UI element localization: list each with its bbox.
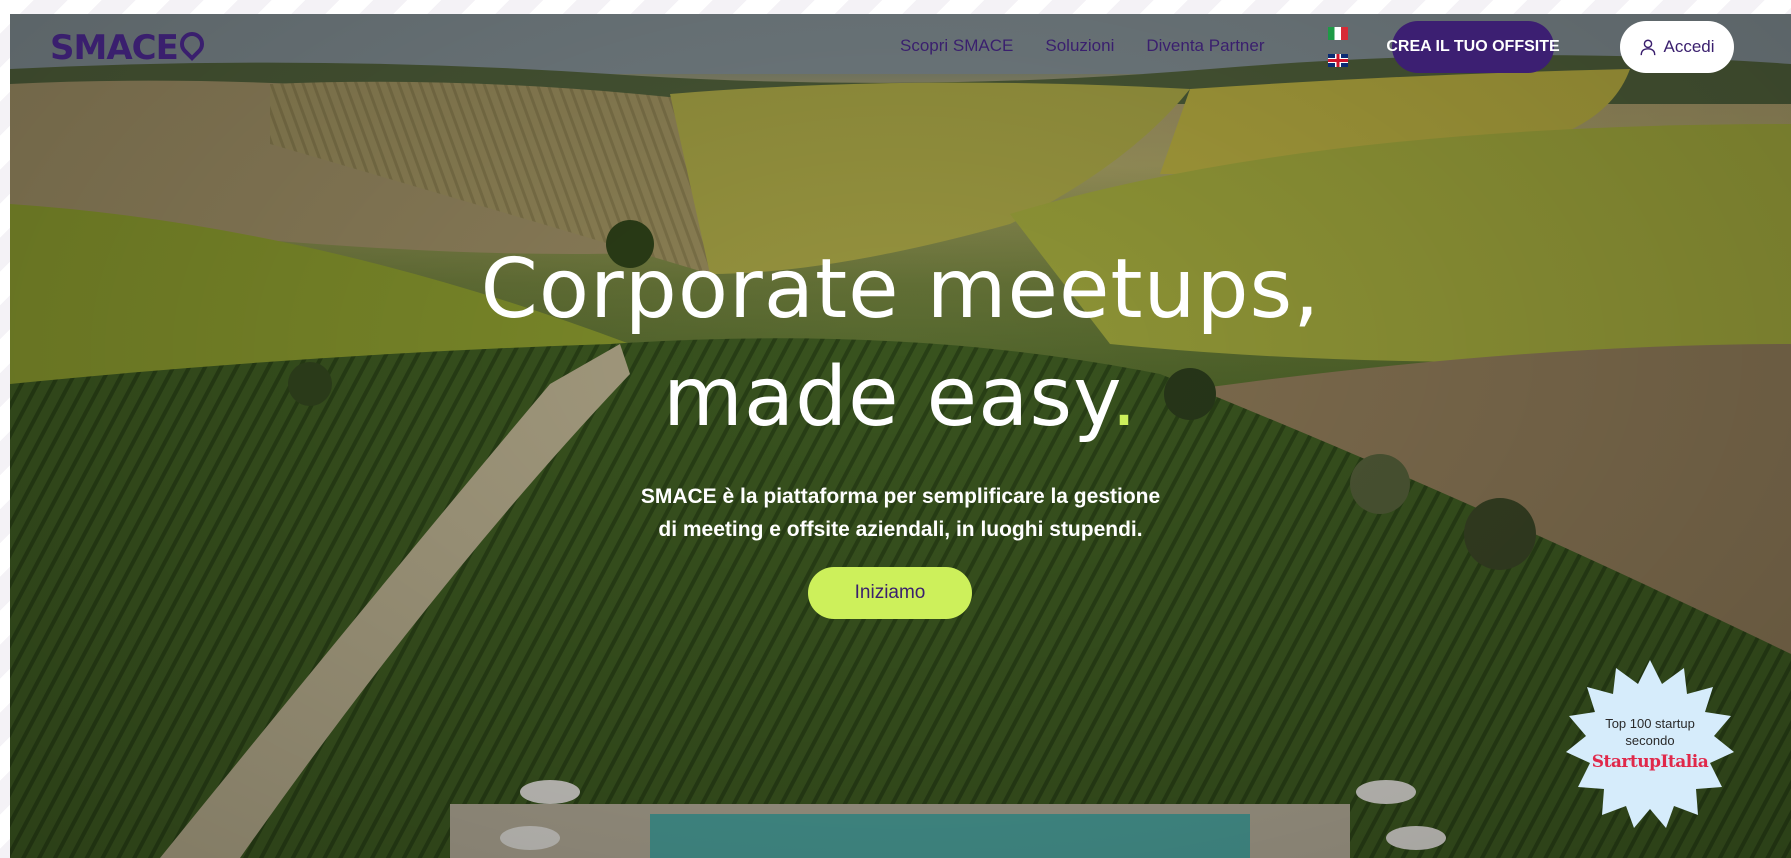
headline-accent-dot: . bbox=[1110, 350, 1139, 445]
user-icon bbox=[1641, 39, 1656, 56]
subtitle-line-1: SMACE è la piattaforma per semplificare … bbox=[640, 485, 1161, 508]
main-nav: Scopri SMACE Soluzioni Diventa Partner bbox=[900, 36, 1265, 56]
hero-section: SMACE Scopri SMACE Soluzioni Diventa Par… bbox=[10, 14, 1791, 858]
create-offsite-button[interactable]: CREA IL TUO OFFSITE bbox=[1386, 21, 1560, 73]
hero-subtitle: SMACE è la piattaforma per semplificare … bbox=[10, 480, 1791, 546]
badge-brand: StartupItalia bbox=[1591, 752, 1709, 772]
badge-line-2: secondo bbox=[1625, 733, 1675, 748]
map-pin-icon bbox=[174, 27, 209, 61]
subtitle-line-2: di meeting e offsite aziendali, in luogh… bbox=[658, 518, 1143, 541]
startup-italia-badge[interactable]: Top 100 startup secondo StartupItalia bbox=[1566, 660, 1734, 828]
badge-line-1: Top 100 startup bbox=[1605, 716, 1695, 731]
language-switcher bbox=[1328, 27, 1350, 81]
nav-link-soluzioni[interactable]: Soluzioni bbox=[1045, 36, 1114, 56]
uk-flag-icon[interactable] bbox=[1328, 54, 1348, 67]
headline-line-2: made easy bbox=[662, 350, 1111, 445]
it-flag-icon[interactable] bbox=[1328, 27, 1348, 40]
smace-logo[interactable]: SMACE bbox=[50, 27, 209, 68]
nav-link-diventa-partner[interactable]: Diventa Partner bbox=[1146, 36, 1264, 56]
page-frame: SMACE Scopri SMACE Soluzioni Diventa Par… bbox=[0, 0, 1791, 858]
logo-text: SMACE bbox=[50, 28, 179, 68]
nav-link-scopri-smace[interactable]: Scopri SMACE bbox=[900, 36, 1013, 56]
login-button[interactable]: Accedi bbox=[1620, 21, 1734, 73]
start-button[interactable]: Iniziamo bbox=[808, 567, 972, 619]
hero-headline: Corporate meetups, made easy. bbox=[10, 236, 1791, 452]
badge-caption: Top 100 startup secondo bbox=[1566, 715, 1734, 749]
login-label: Accedi bbox=[1663, 37, 1715, 56]
headline-line-1: Corporate meetups, bbox=[480, 242, 1321, 337]
